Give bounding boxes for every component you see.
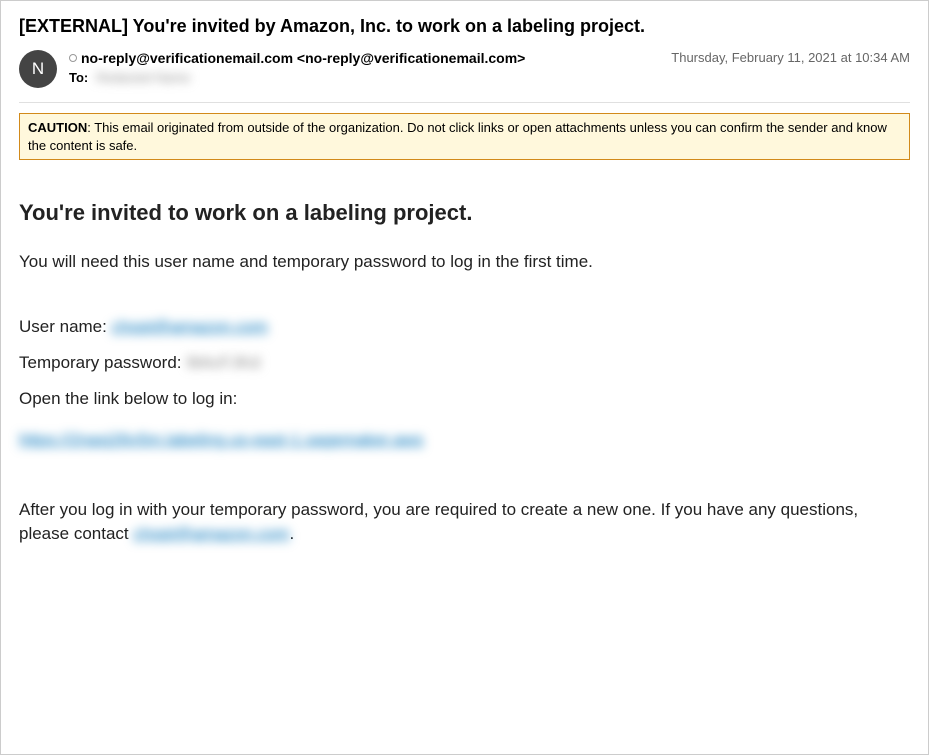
password-value: 9tAcFJKd — [186, 353, 260, 372]
password-line: Temporary password: 9tAcFJKd — [19, 345, 910, 381]
caution-label: CAUTION — [28, 120, 87, 135]
to-line: To: Redacted Name — [69, 70, 659, 85]
caution-banner: CAUTION: This email originated from outs… — [19, 113, 910, 160]
after-paragraph: After you log in with your temporary pas… — [19, 498, 910, 546]
divider — [19, 102, 910, 103]
username-line: User name: chopt@amazon.com — [19, 309, 910, 345]
email-subject: [EXTERNAL] You're invited by Amazon, Inc… — [19, 15, 910, 38]
sender-avatar[interactable]: N — [19, 50, 57, 88]
open-link-label: Open the link below to log in: — [19, 381, 910, 417]
to-recipient[interactable]: Redacted Name — [96, 70, 190, 85]
email-window: [EXTERNAL] You're invited by Amazon, Inc… — [0, 0, 929, 755]
email-timestamp: Thursday, February 11, 2021 at 10:34 AM — [671, 50, 910, 65]
caution-text: : This email originated from outside of … — [28, 120, 887, 153]
sender-address[interactable]: no-reply@verificationemail.com <no-reply… — [81, 50, 525, 66]
username-value: chopt@amazon.com — [112, 317, 268, 336]
login-link[interactable]: https://2nasj26v5m.labeling.us-east-1.sa… — [19, 430, 423, 449]
sender-line: no-reply@verificationemail.com <no-reply… — [69, 50, 659, 66]
to-label: To: — [69, 70, 88, 85]
contact-email[interactable]: chopt@amazon.com — [133, 524, 289, 543]
after-text-2: . — [290, 524, 295, 543]
email-header: N no-reply@verificationemail.com <no-rep… — [19, 50, 910, 88]
email-body: You're invited to work on a labeling pro… — [19, 160, 910, 545]
password-label: Temporary password: — [19, 353, 186, 372]
status-dot-icon — [69, 54, 77, 62]
body-intro: You will need this user name and tempora… — [19, 250, 910, 275]
username-label: User name: — [19, 317, 112, 336]
body-heading: You're invited to work on a labeling pro… — [19, 200, 910, 226]
login-link-line: https://2nasj26v5m.labeling.us-east-1.sa… — [19, 422, 910, 458]
sender-block: no-reply@verificationemail.com <no-reply… — [69, 50, 659, 85]
